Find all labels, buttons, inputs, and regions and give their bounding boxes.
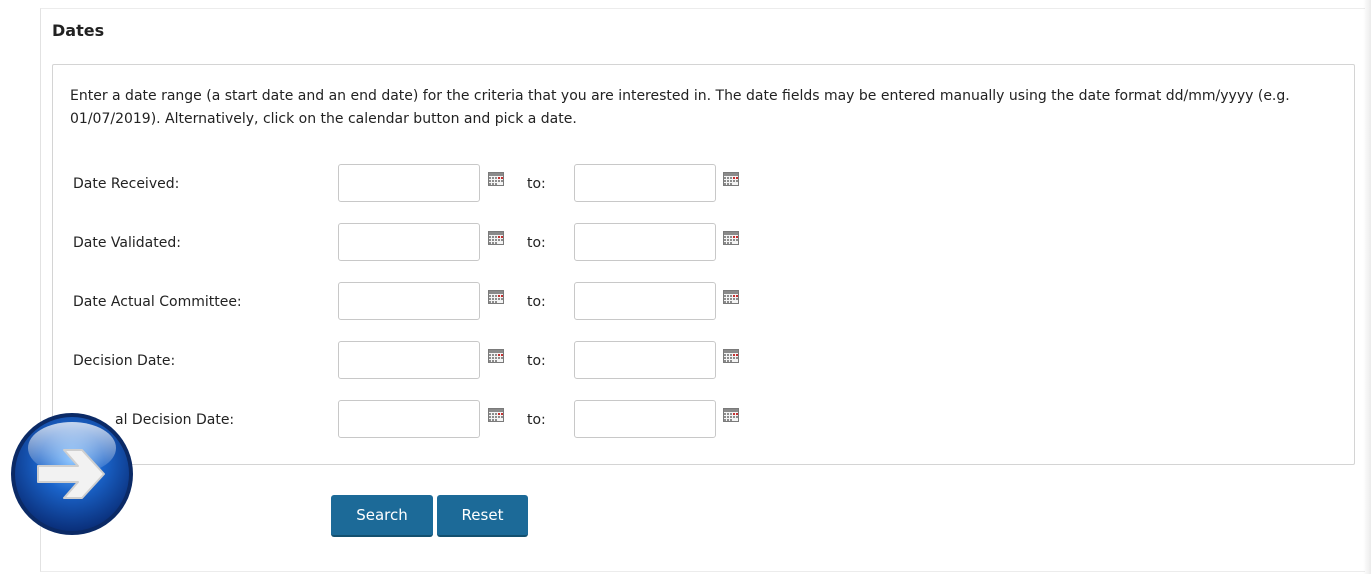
dates-panel: Dates Enter a date range (a start date a… <box>40 8 1365 572</box>
calendar-icon[interactable] <box>488 408 504 422</box>
calendar-icon[interactable] <box>723 231 739 245</box>
date-received-end-input[interactable] <box>574 164 716 202</box>
appeal-decision-date-row: al Decision Date: to: <box>53 400 1354 440</box>
to-label: to: <box>527 235 546 251</box>
date-received-start-input[interactable] <box>338 164 480 202</box>
date-validated-row: Date Validated: to: <box>53 223 1354 263</box>
decision-date-label: Decision Date: <box>73 353 176 369</box>
decision-date-end-input[interactable] <box>574 341 716 379</box>
calendar-icon[interactable] <box>723 349 739 363</box>
arrow-right-icon <box>11 413 133 535</box>
calendar-icon[interactable] <box>488 172 504 186</box>
appeal-decision-date-end-input[interactable] <box>574 400 716 438</box>
to-label: to: <box>527 353 546 369</box>
calendar-icon[interactable] <box>723 290 739 304</box>
calendar-icon[interactable] <box>723 172 739 186</box>
to-label: to: <box>527 412 546 428</box>
to-label: to: <box>527 294 546 310</box>
calendar-icon[interactable] <box>488 290 504 304</box>
page: Dates Enter a date range (a start date a… <box>0 0 1371 574</box>
date-actual-committee-label: Date Actual Committee: <box>73 294 242 310</box>
calendar-icon[interactable] <box>488 231 504 245</box>
calendar-icon[interactable] <box>488 349 504 363</box>
date-received-row: Date Received: to: <box>53 164 1354 204</box>
date-validated-label: Date Validated: <box>73 235 181 251</box>
date-actual-committee-end-input[interactable] <box>574 282 716 320</box>
date-range-fieldset: Enter a date range (a start date and an … <box>52 64 1355 465</box>
search-button[interactable]: Search <box>331 495 433 537</box>
date-validated-end-input[interactable] <box>574 223 716 261</box>
to-label: to: <box>527 176 546 192</box>
calendar-icon[interactable] <box>723 408 739 422</box>
date-validated-start-input[interactable] <box>338 223 480 261</box>
section-title: Dates <box>52 21 105 40</box>
appeal-decision-date-start-input[interactable] <box>338 400 480 438</box>
intro-text: Enter a date range (a start date and an … <box>70 88 1290 127</box>
date-received-label: Date Received: <box>73 176 180 192</box>
date-actual-committee-row: Date Actual Committee: to: <box>53 282 1354 322</box>
date-actual-committee-start-input[interactable] <box>338 282 480 320</box>
reset-button[interactable]: Reset <box>437 495 528 537</box>
decision-date-start-input[interactable] <box>338 341 480 379</box>
decision-date-row: Decision Date: to: <box>53 341 1354 381</box>
